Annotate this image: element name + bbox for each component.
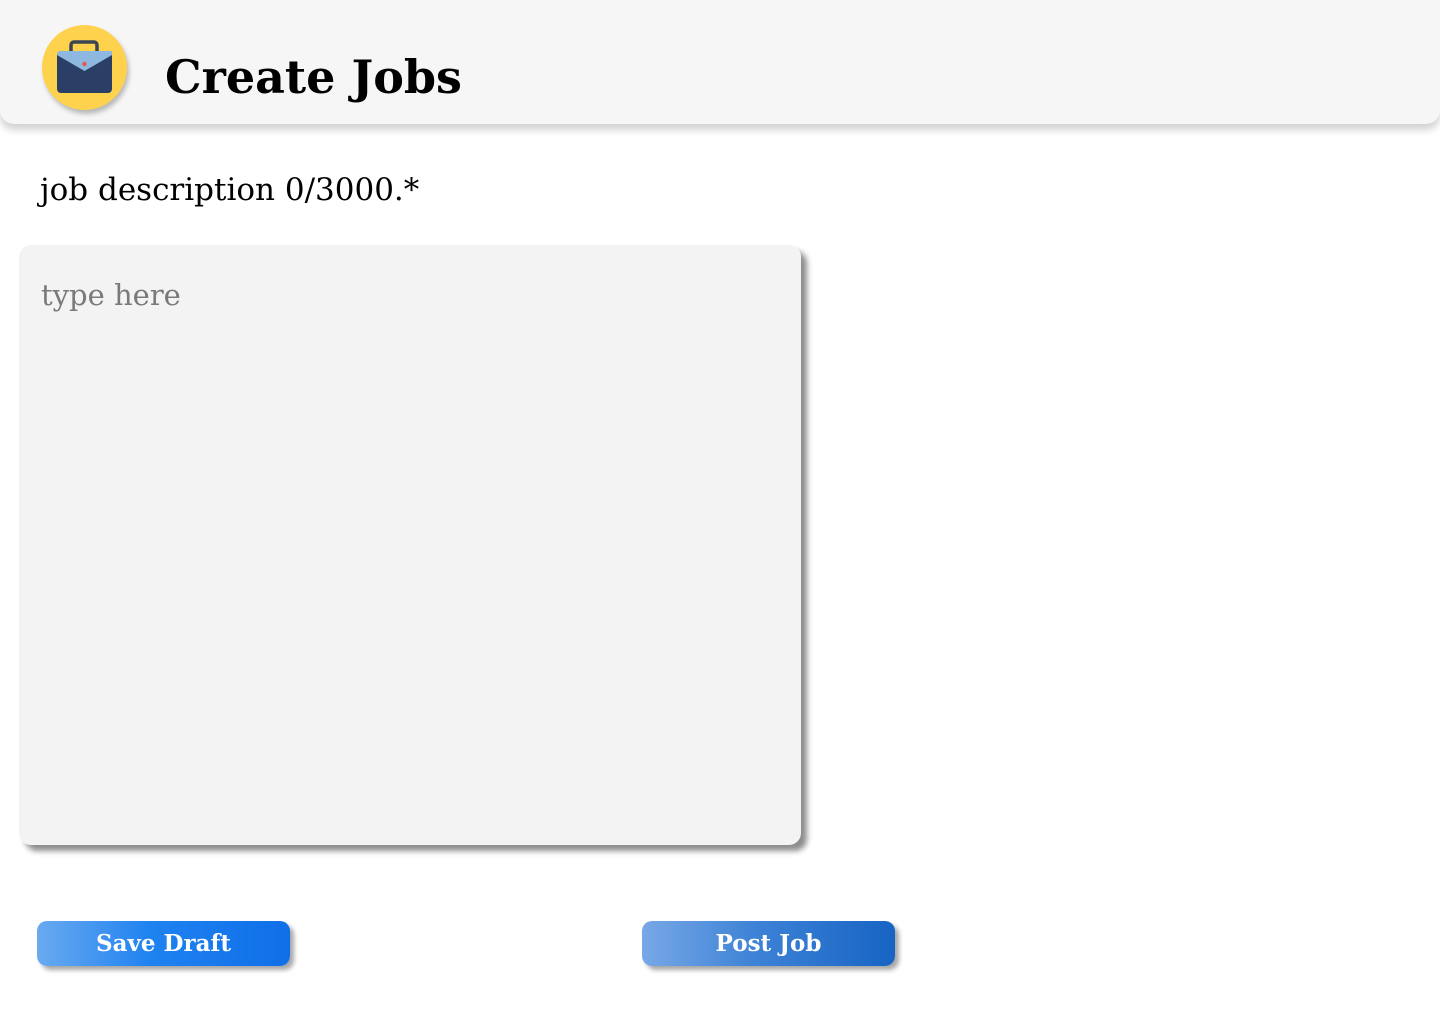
page-title: Create Jobs bbox=[165, 50, 462, 104]
job-description-input[interactable] bbox=[19, 245, 801, 845]
page-header: Create Jobs bbox=[0, 0, 1440, 124]
post-job-button[interactable]: Post Job bbox=[642, 921, 895, 966]
job-description-label: job description 0/3000.* bbox=[40, 172, 420, 208]
job-description-box bbox=[19, 245, 801, 845]
save-draft-button[interactable]: Save Draft bbox=[37, 921, 290, 966]
briefcase-icon bbox=[42, 25, 127, 110]
